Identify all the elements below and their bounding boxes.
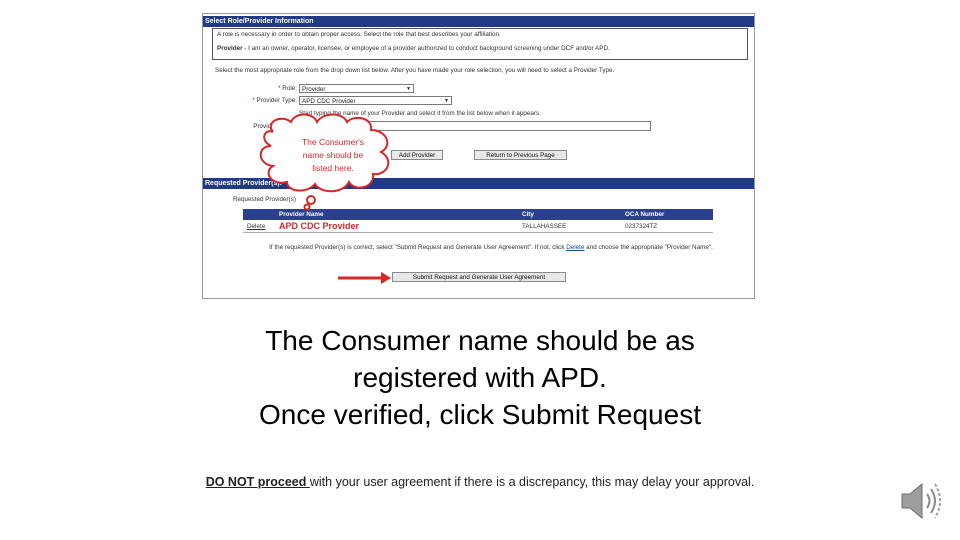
callout-text: The Consumer's name should be listed her… [301,137,365,173]
warning-text: with your user agreement if there is a d… [309,475,755,489]
caption-line-3: Once verified, click Submit Request [259,399,701,430]
warning-emphasis: DO NOT proceed [205,475,310,489]
caption-line-2: registered with APD. [353,362,607,393]
warning-note: DO NOT proceed with your user agreement … [190,474,770,491]
caption-line-1: The Consumer name should be as [265,325,695,356]
screenshot-panel: Select Role/Provider Information A role … [202,13,755,299]
speaker-icon[interactable] [898,478,942,524]
arrow-icon [338,272,391,284]
